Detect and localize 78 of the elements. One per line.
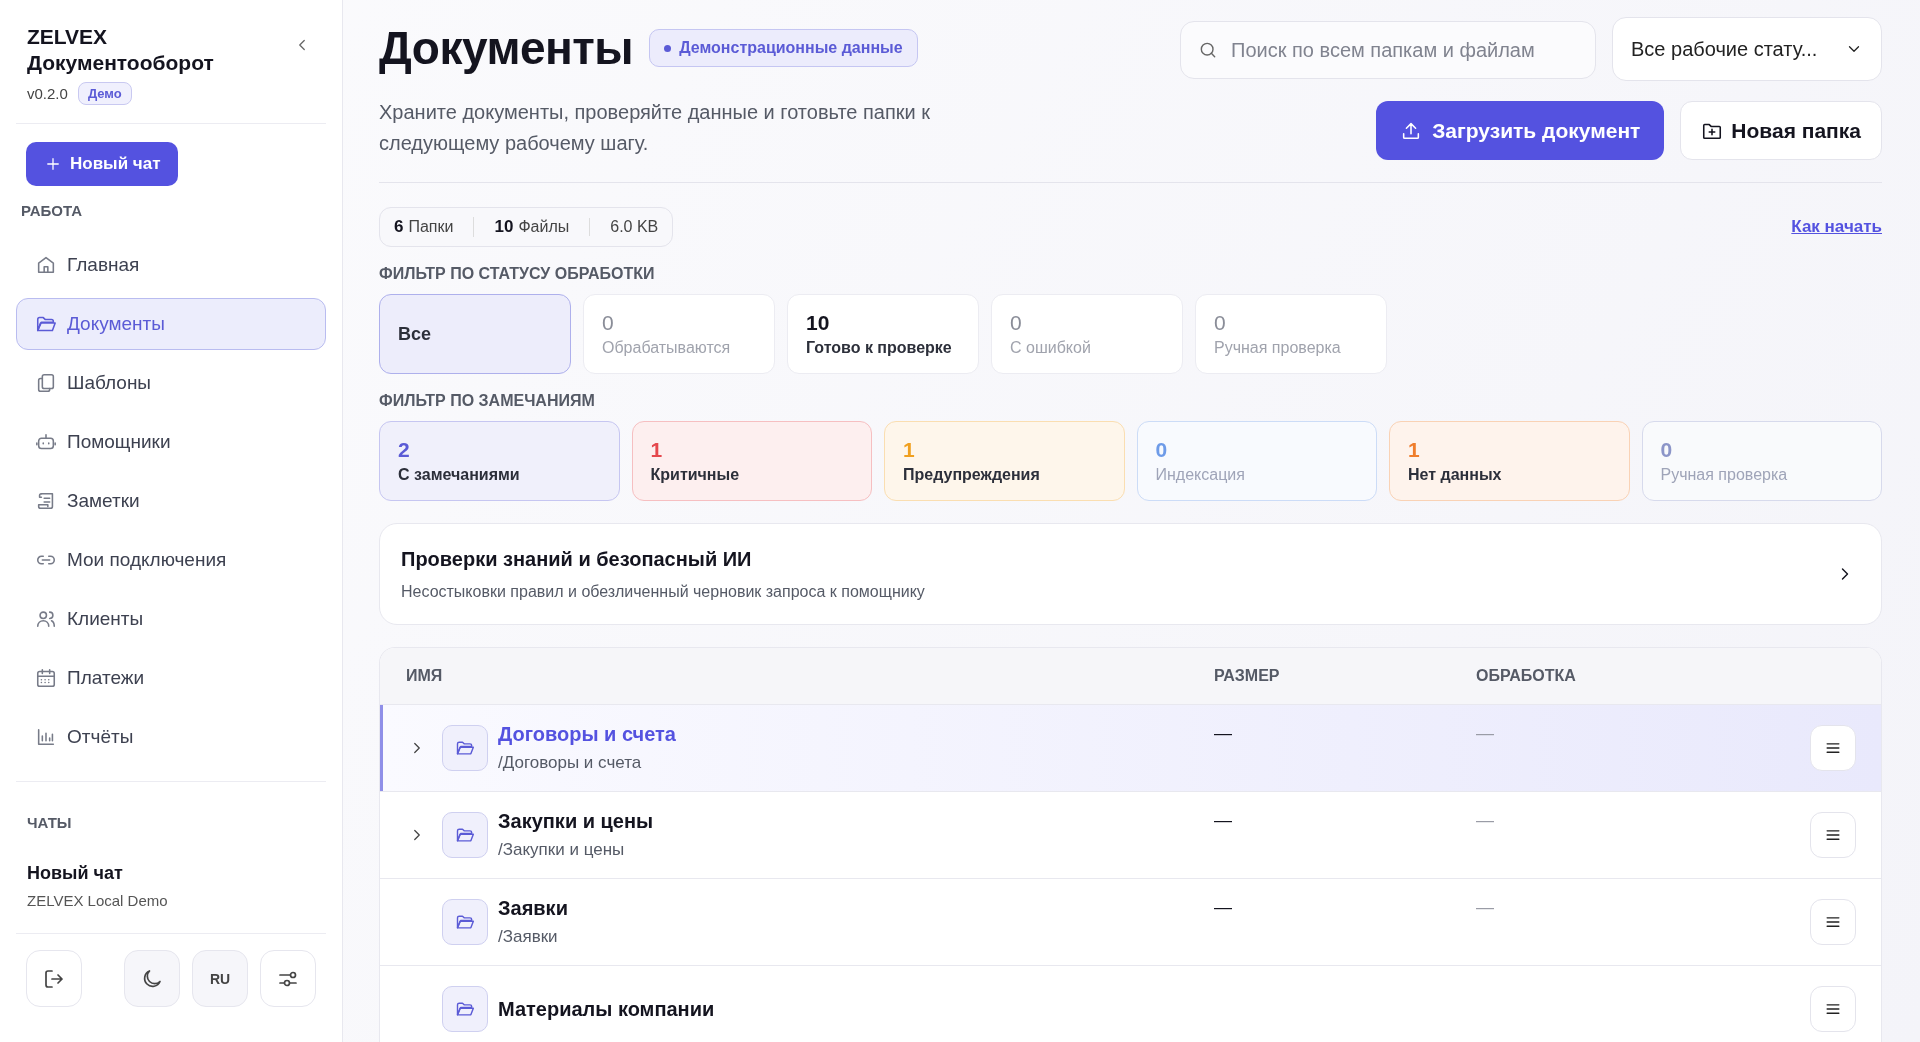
status-filter-card[interactable]: 10 Готово к проверке — [787, 294, 979, 374]
section-label: ФИЛЬТР ПО СТАТУСУ ОБРАБОТКИ — [379, 265, 656, 283]
section-label: ЧАТЫ — [27, 814, 73, 831]
folder-path: /Договоры и счета — [498, 753, 643, 774]
status-select[interactable]: Все рабочие стату... — [1612, 17, 1882, 81]
table-cell: — — [1214, 810, 1232, 832]
app-title: Документооборот — [27, 50, 214, 76]
folder-icon — [442, 725, 488, 772]
folder-row[interactable]: Заявки /Заявки — — — [380, 879, 1881, 967]
table-cell: — — [1476, 897, 1494, 919]
row-menu-button[interactable] — [1810, 899, 1856, 946]
sidebar-item[interactable]: Отчёты — [16, 711, 326, 763]
row-menu-button[interactable] — [1810, 725, 1856, 772]
column-header: РАЗМЕР — [1213, 666, 1281, 687]
status-filter-card[interactable]: Все — [379, 294, 571, 374]
folder-name: Заявки — [498, 897, 568, 921]
new-folder-button[interactable]: Новая папка — [1680, 101, 1882, 160]
table-cell: — — [1214, 897, 1232, 919]
folder-name: Закупки и цены — [498, 810, 654, 834]
version-label: v0.2.0 — [27, 85, 68, 102]
sidebar-item[interactable]: Шаблоны — [16, 357, 326, 409]
stat-label: Файлы — [518, 218, 570, 236]
remark-filter-card[interactable]: 2 С замечаниями — [379, 421, 620, 501]
page-title: Документы — [379, 21, 634, 75]
sidebar-item[interactable]: Документы — [16, 298, 326, 350]
column-header: ИМЯ — [405, 666, 444, 687]
plus-icon — [44, 155, 62, 173]
remark-filter-card[interactable]: 1 Критичные — [631, 421, 872, 501]
page-description: Храните документы, проверяйте данные и готовьте папки к следующему рабочему шагу. — [379, 100, 931, 156]
column-header: ОБРАБОТКА — [1475, 666, 1577, 687]
sidebar-item[interactable]: Помощники — [16, 416, 326, 468]
folder-icon — [442, 986, 488, 1033]
folder-name: Договоры и счета — [498, 723, 676, 747]
folder-name: Материалы компании — [498, 997, 715, 1021]
folder-row[interactable]: Закупки и цены /Закупки и цены — — — [380, 792, 1881, 880]
section-label: РАБОТА — [21, 202, 84, 219]
knowledge-check-card[interactable]: Проверки знаний и безопасный ИИ Несостыковки правил и обезличенный черновик запроса к помощнику — [379, 523, 1882, 626]
help-link[interactable]: Как начать — [1791, 217, 1882, 237]
sidebar-item[interactable]: Главная — [16, 239, 326, 291]
search-field[interactable]: Поиск по всем папкам и файлам — [1180, 21, 1596, 79]
table-cell: — — [1214, 723, 1232, 745]
new-chat-button[interactable]: Новый чат — [26, 142, 179, 186]
sidebar-item[interactable]: Заметки — [16, 475, 326, 527]
theme-toggle-button[interactable] — [124, 950, 180, 1007]
sidebar-item[interactable]: Клиенты — [16, 593, 326, 645]
remark-filter-card[interactable]: 1 Нет данных — [1389, 421, 1630, 501]
folder-path: /Заявки — [498, 927, 559, 948]
upload-button[interactable]: Загрузить документ — [1376, 101, 1665, 160]
table-cell: — — [1476, 810, 1494, 832]
stat-value: 6 — [394, 217, 404, 237]
folder-row[interactable]: Договоры и счета /Договоры и счета — — — [380, 705, 1881, 793]
chat-item[interactable]: Новый чат ZELVEX Local Demo — [16, 857, 326, 915]
folder-row[interactable]: Материалы компании — [380, 966, 1881, 1042]
settings-button[interactable] — [260, 950, 316, 1007]
folder-icon — [442, 899, 488, 946]
demo-badge: Демо — [77, 82, 132, 105]
row-menu-button[interactable] — [1810, 812, 1856, 859]
calendar-icon — [35, 667, 57, 689]
sidebar-item[interactable]: Мои подключения — [16, 534, 326, 586]
search-icon — [1198, 40, 1218, 60]
folder-icon — [442, 812, 488, 859]
remark-filter-card[interactable]: 1 Предупреждения — [884, 421, 1125, 501]
bar-chart-icon — [35, 726, 57, 748]
stat-value: 10 — [494, 217, 514, 237]
logout-button[interactable] — [26, 950, 82, 1007]
section-label: ФИЛЬТР ПО ЗАМЕЧАНИЯМ — [379, 392, 596, 410]
language-button[interactable]: RU — [192, 950, 248, 1007]
documents-icon — [35, 372, 57, 394]
stat-label: Папки — [408, 218, 454, 236]
sidebar-item[interactable]: Платежи — [16, 652, 326, 704]
brand-name: ZELVEX — [27, 24, 109, 50]
users-icon — [35, 608, 57, 630]
home-icon — [35, 254, 57, 276]
table-cell: — — [1476, 723, 1494, 745]
row-menu-button[interactable] — [1810, 986, 1856, 1033]
stat-label: 6.0 KB — [610, 218, 659, 236]
folder-path: /Закупки и цены — [498, 840, 626, 861]
demo-data-badge: Демонстрационные данные — [649, 29, 918, 67]
